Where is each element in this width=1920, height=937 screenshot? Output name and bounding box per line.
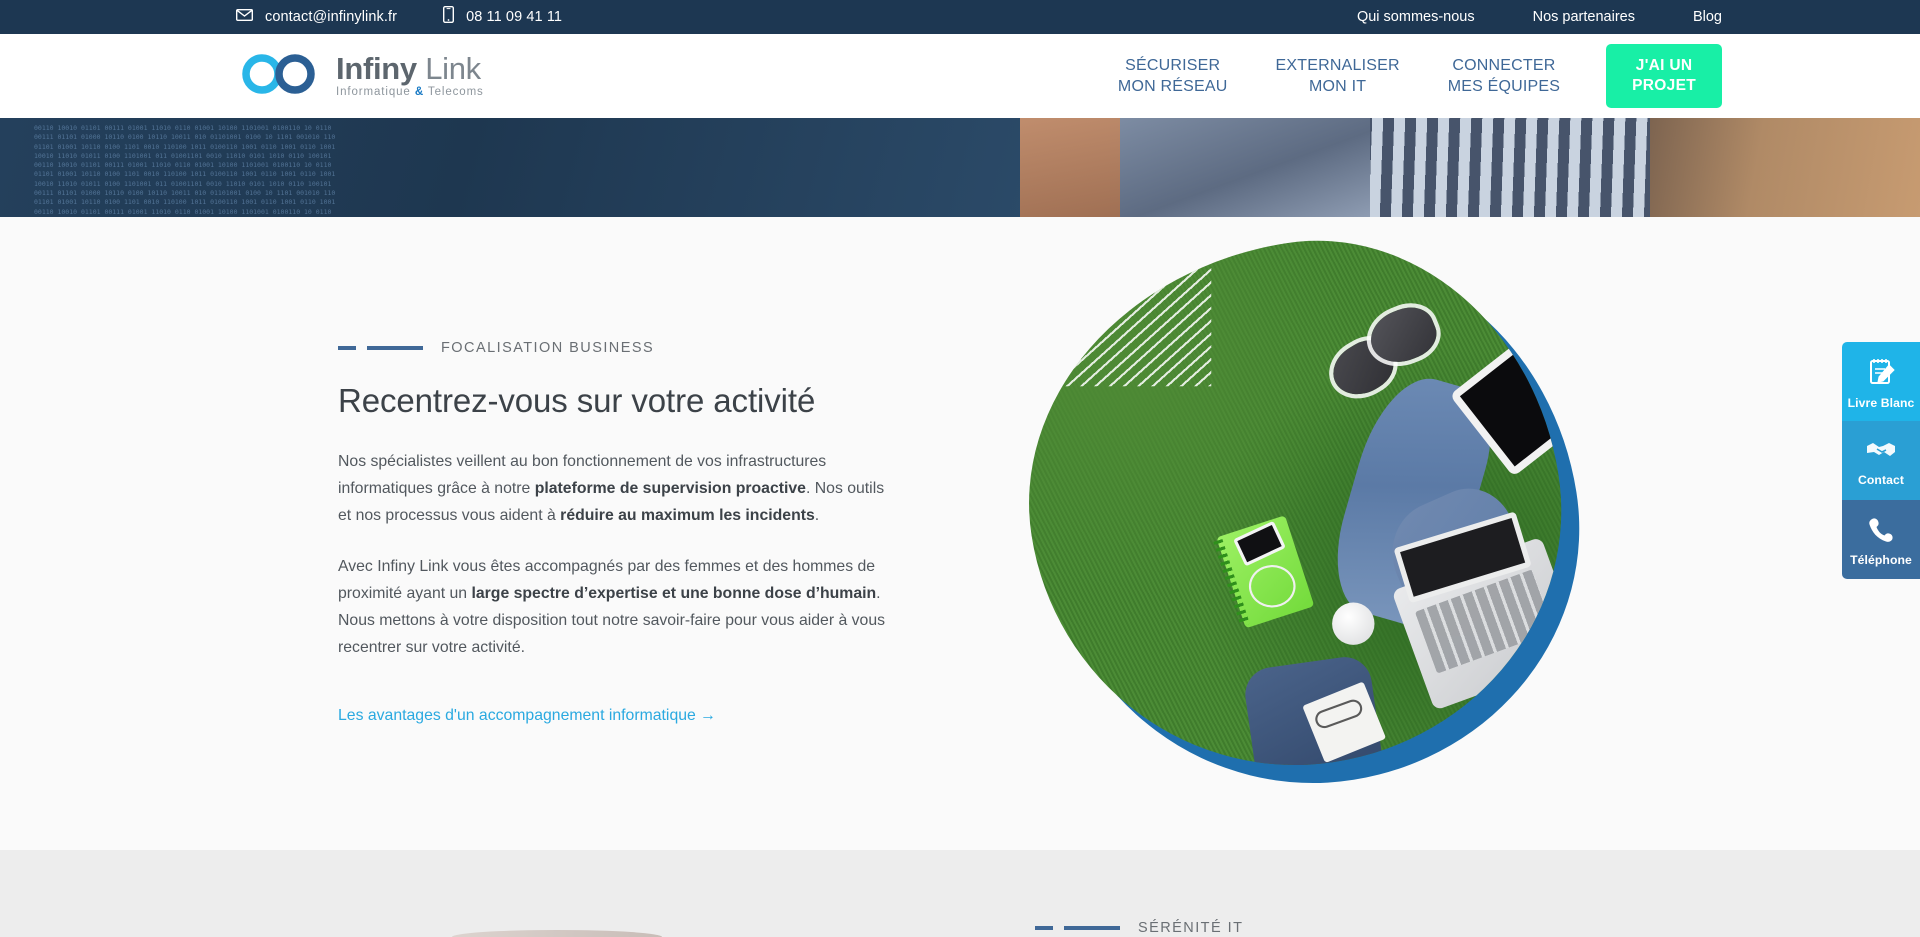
serenite-photo-peek (452, 930, 662, 937)
infinity-logo-icon (238, 53, 322, 99)
photo-smartphone (1233, 520, 1286, 567)
feature-photo (992, 206, 1616, 822)
nav-item-externaliser-mon-it[interactable]: EXTERNALISER MON IT (1252, 55, 1424, 97)
paragraph-two: Avec Infiny Link vous êtes accompagnés p… (338, 553, 898, 661)
eyebrow-dash-short (1035, 926, 1053, 930)
hero-banner-image: 00110 10010 01101 00111 01001 11010 0110… (0, 118, 1920, 217)
para1-text3: . (814, 507, 820, 524)
serenite-it-section (0, 850, 1920, 937)
floating-side-widgets: Livre Blanc Contact Téléphone (1842, 342, 1920, 579)
main-navigation: SÉCURISER MON RÉSEAU EXTERNALISER MON IT… (1094, 43, 1920, 109)
topbar-links: Qui sommes-nous Nos partenaires Blog (1357, 9, 1722, 25)
photo-blob-mask (992, 206, 1598, 804)
nav-item-line1: CONNECTER (1452, 56, 1556, 74)
logo-text: Infiny Link Informatique & Telecoms (336, 53, 484, 99)
para1-bold1: plateforme de supervision proactive (534, 480, 806, 497)
mail-icon (235, 8, 254, 26)
photo-hatch-overlay (1054, 259, 1212, 387)
side-widget-livre-blanc-label: Livre Blanc (1847, 396, 1915, 410)
eyebrow-label: FOCALISATION BUSINESS (441, 340, 655, 356)
photo-paper (1302, 681, 1387, 764)
paragraph-one: Nos spécialistes veillent au bon fonctio… (338, 448, 898, 529)
topbar-contact-group: contact@infinylink.fr 08 11 09 41 11 (235, 5, 563, 28)
cta-line2: PROJET (1632, 77, 1696, 94)
topbar-link-blog[interactable]: Blog (1693, 9, 1722, 25)
side-widget-contact[interactable]: Contact (1842, 421, 1920, 500)
nav-item-line1: EXTERNALISER (1275, 56, 1400, 74)
side-widget-telephone-label: Téléphone (1850, 553, 1912, 567)
topbar-phone-text: 08 11 09 41 11 (466, 9, 563, 25)
topbar-email[interactable]: contact@infinylink.fr (235, 8, 398, 26)
cta-line1: J'AI UN (1635, 56, 1693, 74)
page-title: Recentrez-vous sur votre activité (338, 382, 816, 419)
eyebrow-dash-short (338, 346, 356, 350)
nav-item-line1: SÉCURISER (1125, 56, 1221, 74)
topbar-phone[interactable]: 08 11 09 41 11 (443, 5, 563, 28)
eyebrow-dash-long (1064, 926, 1120, 930)
logo[interactable]: Infiny Link Informatique & Telecoms (238, 53, 484, 99)
mobile-phone-icon (443, 5, 455, 28)
focalisation-content: FOCALISATION BUSINESS Recentrez-vous sur… (338, 340, 898, 725)
eyebrow-dash-long (367, 346, 423, 350)
photo-cup (1332, 602, 1375, 645)
phone-handset-icon (1867, 516, 1895, 549)
topbar-link-qui-sommes-nous[interactable]: Qui sommes-nous (1357, 9, 1475, 25)
site-header: Infiny Link Informatique & Telecoms SÉCU… (0, 34, 1920, 118)
eyebrow-focalisation: FOCALISATION BUSINESS (338, 340, 898, 356)
notepad-pencil-icon (1866, 357, 1896, 392)
nav-item-connecter-mes-equipes[interactable]: CONNECTER MES ÉQUIPES (1424, 55, 1584, 97)
photo-notebook (1213, 515, 1315, 629)
hero-code-backdrop: 00110 10010 01101 00111 01001 11010 0110… (0, 118, 1030, 217)
hero-person-shirt (1120, 118, 1370, 217)
photo-earbuds (1248, 565, 1296, 608)
topbar-email-text: contact@infinylink.fr (265, 9, 398, 25)
logo-tagline: Informatique & Telecoms (336, 86, 484, 99)
eyebrow-label-serenite: SÉRÉNITÉ IT (1138, 920, 1244, 936)
photo-laptop (1391, 511, 1585, 711)
nav-item-line2: MON IT (1309, 78, 1367, 95)
hero-wood-panel (1650, 118, 1920, 217)
les-avantages-link[interactable]: Les avantages d'un accompagnement inform… (338, 707, 716, 725)
photo-contents (1014, 229, 1585, 789)
para2-bold1: large spectre d’expertise et une bonne d… (471, 585, 877, 602)
top-utility-bar: contact@infinylink.fr 08 11 09 41 11 Qui… (0, 0, 1920, 34)
nav-item-securiser-mon-reseau[interactable]: SÉCURISER MON RÉSEAU (1094, 55, 1252, 97)
side-widget-contact-label: Contact (1857, 473, 1905, 487)
side-widget-livre-blanc[interactable]: Livre Blanc (1842, 342, 1920, 421)
side-widget-telephone[interactable]: Téléphone (1842, 500, 1920, 579)
logo-title: Infiny Link (336, 51, 481, 87)
para1-bold2: réduire au maximum les incidents (560, 507, 815, 524)
hero-code-text: 00110 10010 01101 00111 01001 11010 0110… (34, 124, 336, 216)
nav-item-line2: MON RÉSEAU (1117, 78, 1228, 95)
eyebrow-serenite-it: SÉRÉNITÉ IT (1035, 920, 1243, 936)
jai-un-projet-button[interactable]: J'AI UN PROJET (1606, 43, 1722, 109)
nav-item-line2: MES ÉQUIPES (1447, 78, 1561, 95)
handshake-icon (1865, 438, 1897, 469)
topbar-link-nos-partenaires[interactable]: Nos partenaires (1533, 9, 1635, 25)
focalisation-business-section (0, 217, 1920, 850)
